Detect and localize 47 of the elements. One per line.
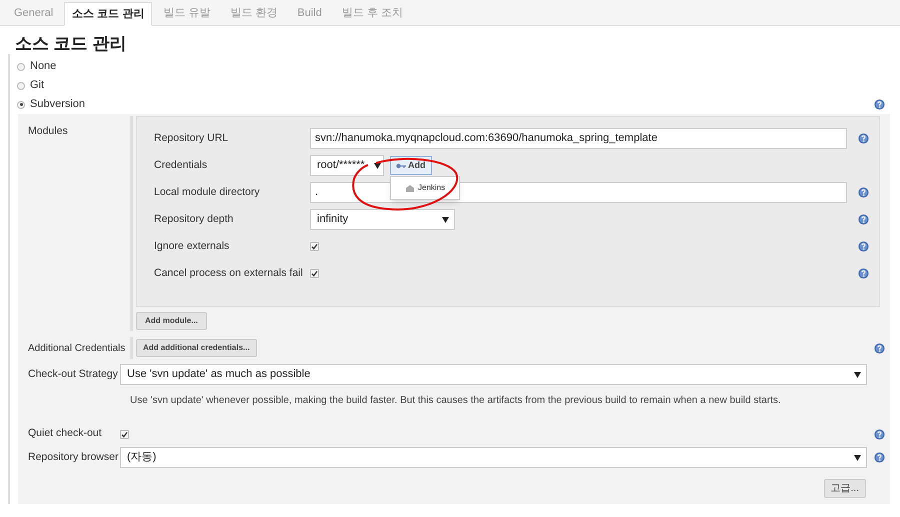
field-label: Check-out Strategy <box>27 367 119 382</box>
checkbox[interactable] <box>310 242 319 251</box>
radio-label: Git <box>30 78 46 94</box>
field-label: Modules <box>27 124 69 139</box>
field-description: Use 'svn update' whenever possible, making the build faster. But this causes the artifacts from the previous build to remain when a new build starts. <box>129 394 782 408</box>
help-icon[interactable] <box>858 214 869 225</box>
field-label: Repository browser <box>27 450 120 465</box>
caret-icon <box>854 454 861 460</box>
checkbox[interactable] <box>120 430 129 438</box>
field-label: Repository depth <box>154 212 234 227</box>
select-field[interactable]: Use 'svn update' as much as possible <box>120 364 867 385</box>
help-icon[interactable] <box>874 452 885 463</box>
advanced-button[interactable]: 고급... <box>824 479 866 498</box>
select-field[interactable]: infinity <box>310 209 455 230</box>
field-label: Repository URL <box>154 130 230 146</box>
radio-button[interactable] <box>17 100 25 108</box>
field-label: Cancel process on externals fail <box>154 266 304 281</box>
house-icon <box>405 184 415 192</box>
help-icon[interactable] <box>858 241 869 252</box>
menu-item[interactable]: Jenkins <box>397 180 454 196</box>
caret-icon <box>442 216 449 222</box>
select-field[interactable]: (자동) <box>120 447 867 468</box>
help-icon[interactable] <box>874 99 885 110</box>
field-label: Ignore externals <box>154 238 230 254</box>
help-icon[interactable] <box>858 187 869 198</box>
radio-label: None <box>30 59 58 74</box>
field-label: Local module directory <box>154 184 261 200</box>
tab[interactable]: 소스 코드 관리 <box>64 2 152 26</box>
checkbox[interactable] <box>310 269 319 278</box>
field-label: Quiet check-out <box>27 426 103 442</box>
field-label: Credentials <box>154 158 208 173</box>
help-icon[interactable] <box>858 133 869 144</box>
radio-button[interactable] <box>17 82 25 90</box>
credentials-select[interactable]: root/****** <box>310 155 384 176</box>
field-label: Additional Credentials <box>27 342 126 356</box>
add-credentials-button[interactable]: Add additional credentials... <box>136 339 257 357</box>
help-icon[interactable] <box>858 268 869 279</box>
radio-label: Subversion <box>30 97 86 112</box>
caret-icon <box>854 372 861 378</box>
radio-button[interactable] <box>17 62 25 70</box>
add-module-button[interactable]: Add module... <box>136 312 207 330</box>
caret-icon <box>374 162 381 168</box>
help-icon[interactable] <box>874 342 885 354</box>
section-heading: 소스 코드 관리 <box>15 33 128 55</box>
key-icon <box>396 162 406 168</box>
text-field[interactable]: svn://hanumoka.myqnapcloud.com:63690/hanumoka_spring_template <box>310 128 847 149</box>
help-icon[interactable] <box>874 428 885 440</box>
